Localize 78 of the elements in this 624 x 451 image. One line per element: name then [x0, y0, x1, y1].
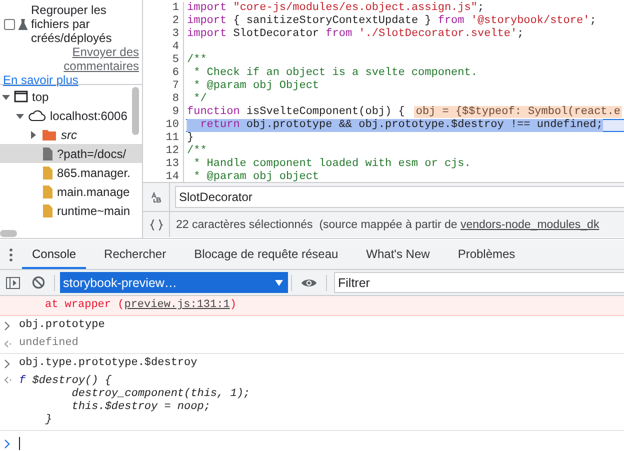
tree-item[interactable]: 865.manager.: [0, 163, 142, 182]
checkbox[interactable]: [4, 18, 15, 30]
line-number: 5: [143, 54, 184, 67]
drawer-tab[interactable]: Rechercher: [94, 240, 176, 269]
line-number: 1: [143, 2, 184, 15]
learn-more-link[interactable]: En savoir plus: [3, 73, 78, 87]
code-line: * @param obj Object: [192, 80, 320, 93]
code-line: import "core-js/modules/es.object.assign.js";: [186, 2, 486, 15]
function-result: f $destroy() { destroy_component(this, 1); this.$destroy = noop; }: [19, 375, 250, 427]
folder-icon: [42, 128, 57, 141]
line-number: 2: [143, 15, 184, 28]
script-file-icon: [42, 166, 53, 180]
script-file-icon: [42, 184, 53, 198]
script-file-icon: [42, 204, 53, 218]
source-link[interactable]: vendors-node_modules_dk: [460, 218, 600, 230]
dropdown-caret-icon: [275, 280, 283, 286]
collapse-caret-icon[interactable]: [2, 92, 10, 100]
tree-item[interactable]: main.manage: [0, 182, 142, 201]
line-number: 4: [143, 41, 184, 54]
inline-value: obj = {$$typeof: Symbol(react.e: [414, 106, 622, 118]
expand-caret-icon[interactable]: [30, 130, 38, 138]
collapse-caret-icon[interactable]: [16, 112, 24, 120]
clear-console-icon[interactable]: [32, 276, 45, 289]
drawer-tab[interactable]: Problèmes: [448, 240, 526, 269]
checkbox-label: Regrouper les fichiers par créés/déployés: [31, 3, 113, 45]
code-line: }: [186, 132, 195, 145]
filter-field[interactable]: Filtrer: [334, 272, 624, 293]
error-text: at wrapper (preview.js:131:1): [45, 299, 236, 312]
scrollbar-thumb[interactable]: [0, 230, 17, 237]
code-line: import SlotDecorator from './SlotDecorator.svelte';: [186, 28, 525, 41]
search-field[interactable]: SlotDecorator: [175, 186, 624, 208]
frame-icon: [14, 90, 28, 103]
command-text: obj.prototype: [19, 319, 105, 332]
eye-icon[interactable]: [301, 276, 317, 288]
tree-item[interactable]: src: [0, 125, 142, 144]
document-icon: [42, 146, 53, 160]
line-number: 10: [143, 119, 184, 132]
chevron-icon: [4, 358, 10, 368]
case-sensitive-icon[interactable]: [150, 192, 162, 202]
feedback-link[interactable]: Envoyer des commentaires: [43, 45, 139, 73]
more-menu-icon[interactable]: [9, 248, 13, 262]
tree-item[interactable]: ?path=/docs/: [0, 144, 142, 163]
line-number: 9: [143, 106, 184, 119]
return-arrow-icon: [4, 375, 12, 385]
prompt-chevron-icon: [4, 438, 10, 448]
line-number: 8: [143, 93, 184, 106]
return-arrow-icon: [4, 338, 12, 348]
tree-item[interactable]: localhost:6006: [0, 106, 142, 125]
command-text: obj.type.prototype.$destroy: [19, 357, 198, 370]
drawer-tab[interactable]: What's New: [356, 240, 440, 269]
drawer-tab[interactable]: Blocage de requête réseau: [184, 240, 348, 269]
flask-icon: [18, 18, 28, 30]
code-line: /**: [186, 54, 208, 67]
code-line: * @param obj object: [192, 171, 320, 182]
code-line: * Check if an object is a svelte component.: [192, 67, 478, 80]
result-text: undefined: [19, 337, 78, 350]
line-number: 11: [143, 132, 184, 145]
cloud-icon: [28, 109, 46, 122]
line-number: 7: [143, 80, 184, 93]
tree-item[interactable]: top: [0, 87, 142, 106]
code-line: function isSvelteComponent(obj) {: [186, 106, 405, 119]
tree-item[interactable]: runtime~main: [0, 201, 142, 220]
source-link[interactable]: preview.js:131:1: [124, 299, 230, 311]
text-cursor: [19, 437, 20, 450]
pretty-print-icon[interactable]: [150, 218, 162, 230]
code-line: /**: [186, 145, 208, 158]
status-text: 22 caractères sélectionnés (source mappée à partir de vendors-node_modules_dk: [175, 218, 600, 230]
line-number: 3: [143, 28, 184, 41]
code-line: */: [192, 93, 208, 106]
chevron-icon: [4, 320, 10, 330]
code-line: import { sanitizeStoryContextUpdate } from '@storybook/store';: [186, 15, 598, 28]
line-number: 6: [143, 67, 184, 80]
code-line: * Handle component loaded with esm or cjs.: [192, 158, 472, 171]
sidebar-toggle-icon[interactable]: [6, 276, 20, 288]
line-number: 13: [143, 158, 184, 171]
context-dropdown[interactable]: storybook-preview…: [60, 272, 288, 293]
scrollbar-thumb[interactable]: [132, 87, 139, 135]
line-number: 12: [143, 145, 184, 158]
